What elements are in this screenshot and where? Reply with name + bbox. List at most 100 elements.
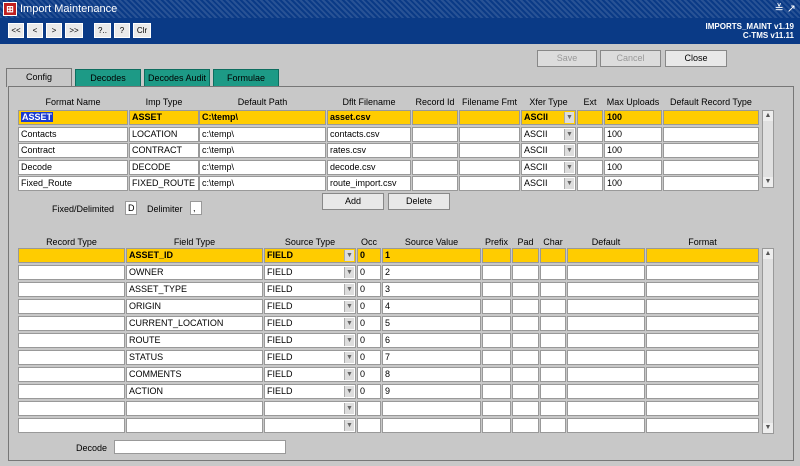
table-cell[interactable]: COMMENTS [126, 367, 263, 382]
table-cell[interactable] [567, 418, 645, 433]
table-cell[interactable]: 0 [357, 367, 381, 382]
scroll-down-icon[interactable]: ▼ [763, 177, 773, 187]
table-cell[interactable]: LOCATION [129, 126, 199, 142]
table-cell[interactable] [540, 265, 566, 280]
table-cell[interactable]: ▼ [264, 418, 356, 433]
table-cell[interactable] [646, 350, 759, 365]
table-cell[interactable]: Fixed_Route [18, 176, 128, 191]
query-button[interactable]: ?.. [94, 23, 111, 38]
table-cell[interactable] [18, 316, 125, 331]
table-cell[interactable] [482, 367, 511, 382]
table-cell[interactable] [577, 159, 603, 175]
table-cell[interactable]: ASSET_TYPE [126, 282, 263, 297]
table-cell[interactable] [512, 350, 539, 365]
table-cell[interactable]: FIELD ▼ [264, 384, 356, 399]
table-cell[interactable]: 0 [357, 316, 381, 331]
table-cell[interactable] [18, 401, 125, 416]
delimiter-input[interactable]: , [190, 201, 202, 215]
dropdown-arrow-icon[interactable]: ▼ [564, 112, 574, 123]
table-cell[interactable] [412, 176, 458, 191]
table-cell[interactable] [540, 282, 566, 297]
dropdown-arrow-icon[interactable]: ▼ [344, 403, 354, 414]
dropdown-arrow-icon[interactable]: ▼ [344, 301, 354, 312]
table-cell[interactable]: ACTION [126, 384, 263, 399]
table-cell[interactable] [412, 126, 458, 142]
table-cell[interactable]: 5 [382, 316, 481, 331]
table-cell[interactable] [512, 367, 539, 382]
table-cell[interactable]: c:\temp\ [199, 159, 326, 175]
table-cell[interactable] [646, 282, 759, 297]
table-cell[interactable]: ▼ [264, 401, 356, 416]
dropdown-arrow-icon[interactable]: ▼ [344, 267, 354, 278]
table-cell[interactable] [482, 299, 511, 314]
help-button[interactable]: ? [114, 23, 130, 38]
table-cell[interactable]: 0 [357, 265, 381, 280]
table-cell[interactable] [567, 401, 645, 416]
table-cell[interactable] [540, 401, 566, 416]
table-cell[interactable]: 4 [382, 299, 481, 314]
save-button[interactable]: Save [537, 50, 597, 67]
table-cell[interactable] [663, 176, 759, 191]
table-cell[interactable]: ASSET_ID [126, 248, 263, 263]
table-cell[interactable]: OWNER [126, 265, 263, 280]
table-cell[interactable] [646, 265, 759, 280]
table-cell[interactable]: 0 [357, 299, 381, 314]
table-cell[interactable] [512, 299, 539, 314]
dropdown-arrow-icon[interactable]: ▼ [344, 284, 354, 295]
table-cell[interactable] [512, 418, 539, 433]
table-cell[interactable]: ASCII ▼ [521, 143, 576, 158]
table-cell[interactable]: FIELD ▼ [264, 333, 356, 348]
table-cell[interactable] [567, 265, 645, 280]
table-cell[interactable] [482, 316, 511, 331]
table-cell[interactable] [512, 401, 539, 416]
table-cell[interactable] [512, 333, 539, 348]
table-cell[interactable] [18, 384, 125, 399]
dropdown-arrow-icon[interactable]: ▼ [564, 161, 574, 173]
scroll-up-icon[interactable]: ▲ [763, 111, 773, 121]
dropdown-arrow-icon[interactable]: ▼ [344, 352, 354, 363]
table-cell[interactable]: 0 [357, 282, 381, 297]
table-cell[interactable] [646, 384, 759, 399]
table-cell[interactable] [18, 248, 125, 263]
table-cell[interactable]: ASCII ▼ [521, 159, 576, 175]
table-cell[interactable] [663, 143, 759, 158]
table-cell[interactable] [18, 265, 125, 280]
table-cell[interactable]: contacts.csv [327, 126, 411, 142]
table-cell[interactable]: Contract [18, 143, 128, 158]
tab-config[interactable]: Config [6, 68, 72, 87]
table-cell[interactable] [567, 333, 645, 348]
last-record-button[interactable]: >> [65, 23, 83, 38]
delete-button[interactable]: Delete [388, 193, 450, 210]
table-cell[interactable]: 100 [604, 159, 662, 175]
table-cell[interactable]: 9 [382, 384, 481, 399]
table-cell[interactable] [412, 143, 458, 158]
dropdown-arrow-icon[interactable]: ▼ [344, 369, 354, 380]
table-cell[interactable] [567, 282, 645, 297]
table-cell[interactable] [357, 401, 381, 416]
table-cell[interactable] [512, 265, 539, 280]
table-cell[interactable]: 7 [382, 350, 481, 365]
dropdown-arrow-icon[interactable]: ▼ [344, 386, 354, 397]
table-cell[interactable]: FIELD ▼ [264, 248, 356, 263]
table-cell[interactable] [482, 248, 511, 263]
table-cell[interactable]: 0 [357, 248, 381, 263]
table-cell[interactable]: ASSET [129, 110, 199, 125]
table-cell[interactable] [540, 333, 566, 348]
table-cell[interactable]: STATUS [126, 350, 263, 365]
table-cell[interactable] [663, 159, 759, 175]
table-cell[interactable] [577, 126, 603, 142]
table-cell[interactable] [482, 333, 511, 348]
table-cell[interactable] [512, 384, 539, 399]
table-cell[interactable] [540, 367, 566, 382]
add-button[interactable]: Add [322, 193, 384, 210]
table-cell[interactable]: 8 [382, 367, 481, 382]
table-cell[interactable] [18, 367, 125, 382]
dropdown-arrow-icon[interactable]: ▼ [344, 318, 354, 329]
dropdown-arrow-icon[interactable]: ▼ [564, 178, 574, 189]
table-cell[interactable]: 1 [382, 248, 481, 263]
table-cell[interactable] [646, 248, 759, 263]
table-cell[interactable] [412, 110, 458, 125]
table-cell[interactable] [540, 418, 566, 433]
table-cell[interactable] [382, 401, 481, 416]
table-cell[interactable] [126, 401, 263, 416]
